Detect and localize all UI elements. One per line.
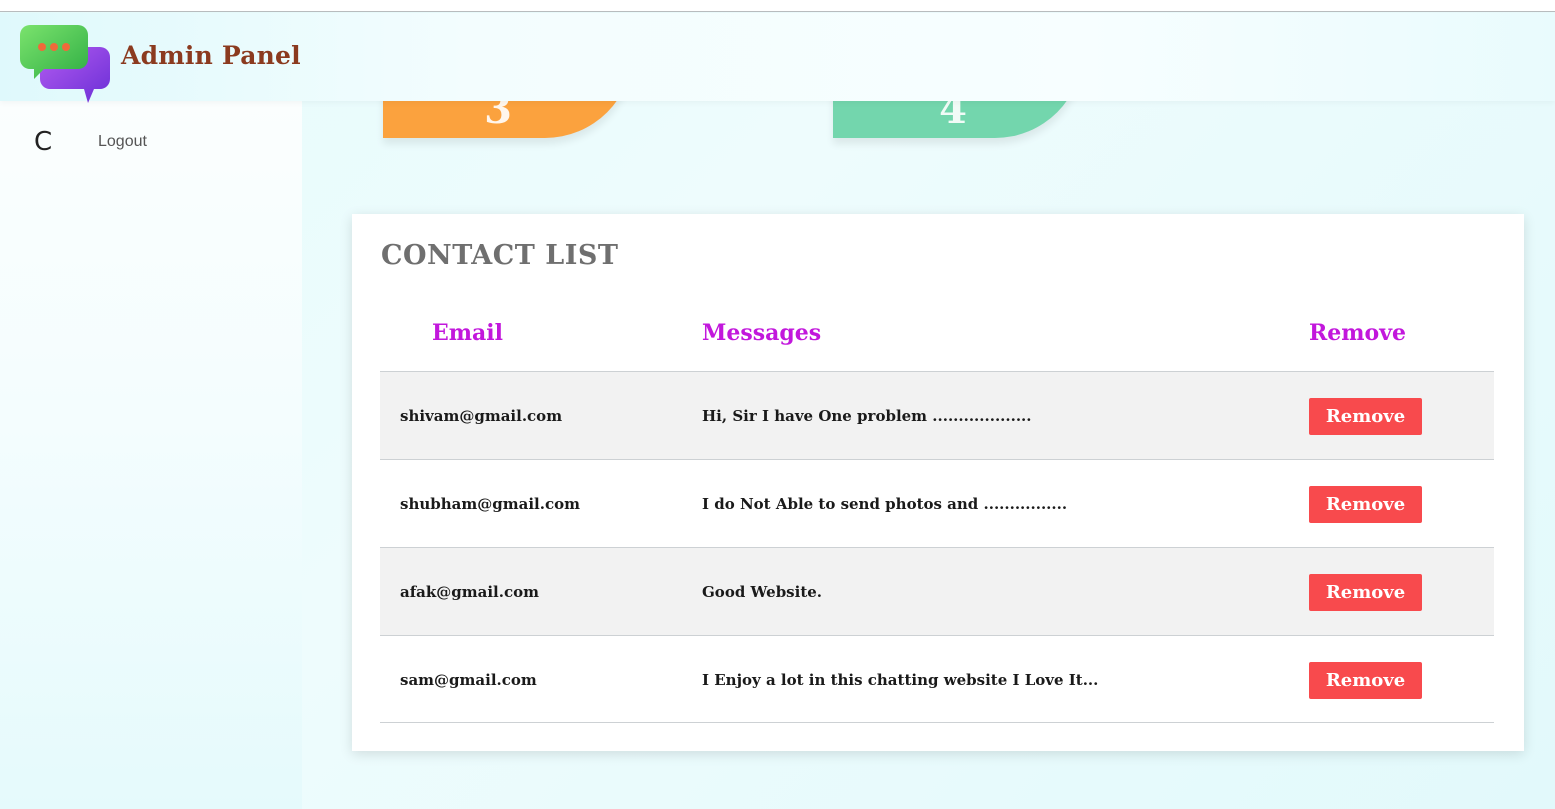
contact-email: sam@gmail.com bbox=[400, 671, 537, 689]
remove-button[interactable]: Remove bbox=[1309, 574, 1422, 611]
remove-button[interactable]: Remove bbox=[1309, 486, 1422, 523]
column-header-email: Email bbox=[432, 320, 504, 346]
table-row: afak@gmail.com Good Website. Remove bbox=[380, 547, 1494, 635]
contact-message: I Enjoy a lot in this chatting website I… bbox=[702, 671, 1099, 689]
panel-title: CONTACT LIST bbox=[381, 240, 619, 271]
contact-table: shivam@gmail.com Hi, Sir I have One prob… bbox=[380, 371, 1494, 723]
column-header-remove: Remove bbox=[1309, 320, 1407, 346]
contact-message: Good Website. bbox=[702, 583, 823, 601]
table-row: sam@gmail.com I Enjoy a lot in this chat… bbox=[380, 635, 1494, 723]
contact-email: shivam@gmail.com bbox=[400, 407, 563, 425]
remove-button[interactable]: Remove bbox=[1309, 398, 1422, 435]
remove-button[interactable]: Remove bbox=[1309, 662, 1422, 699]
logout-icon: C bbox=[34, 127, 53, 157]
sidebar-item-logout[interactable]: C Logout bbox=[34, 128, 234, 158]
contact-email: afak@gmail.com bbox=[400, 583, 539, 601]
sidebar: C Logout bbox=[0, 101, 302, 809]
table-row: shivam@gmail.com Hi, Sir I have One prob… bbox=[380, 371, 1494, 459]
column-header-messages: Messages bbox=[702, 320, 822, 346]
window-top-edge bbox=[0, 0, 1555, 12]
chat-bubbles-logo-icon bbox=[20, 25, 110, 103]
contact-email: shubham@gmail.com bbox=[400, 495, 580, 513]
brand-title: Admin Panel bbox=[121, 41, 301, 70]
header: Admin Panel bbox=[0, 13, 1555, 103]
contact-message: I do Not Able to send photos and .......… bbox=[702, 495, 1068, 513]
sidebar-item-label: Logout bbox=[98, 133, 147, 150]
contact-message: Hi, Sir I have One problem .............… bbox=[702, 407, 1032, 425]
contact-list-panel: CONTACT LIST Email Messages Remove shiva… bbox=[352, 214, 1524, 751]
table-row: shubham@gmail.com I do Not Able to send … bbox=[380, 459, 1494, 547]
